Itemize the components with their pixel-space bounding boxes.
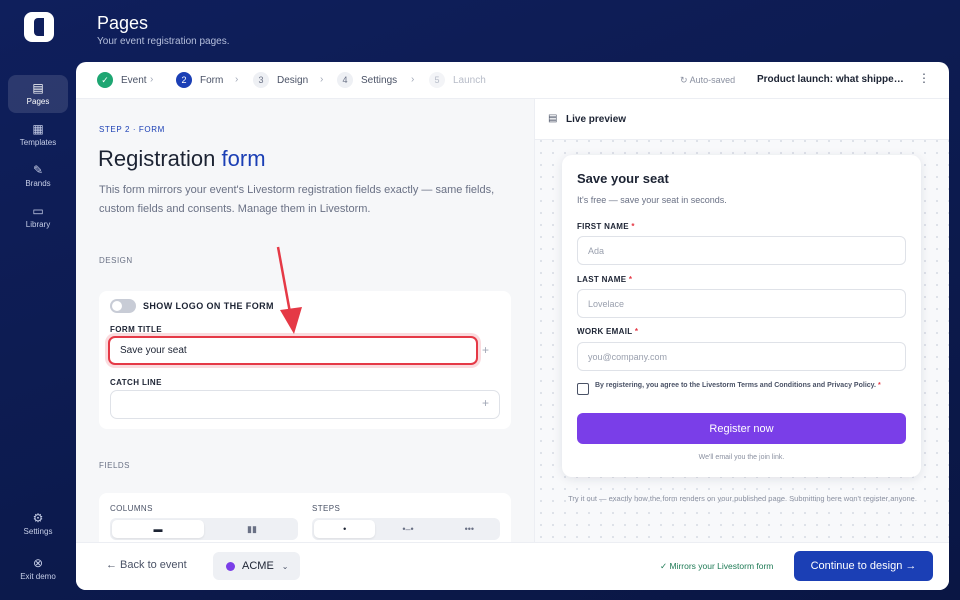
design-panel: SHOW LOGO ON THE FORM FORM TITLE + CATCH…: [99, 291, 511, 429]
form-title-label: FORM TITLE: [110, 325, 162, 334]
catch-line-input[interactable]: [110, 390, 500, 419]
work-email-input[interactable]: you@company.com: [577, 342, 906, 371]
columns-two-option[interactable]: ▮▮: [206, 518, 298, 540]
steps-two-option[interactable]: •–•: [377, 518, 438, 540]
gear-icon: ⚙: [32, 511, 44, 525]
step-bar: ✓ Event › 2 Form › 3 Design › 4 Settings…: [76, 62, 949, 99]
chevron-right-icon: ›: [320, 74, 324, 85]
event-name: Product launch: what shipped t...: [757, 74, 909, 85]
more-menu-icon[interactable]: ⋮: [918, 71, 930, 85]
steps-label: STEPS: [312, 504, 341, 513]
columns-segmented-control: ▬ ▮▮: [110, 518, 298, 540]
autosave-status: ↻ Auto-saved: [680, 75, 736, 85]
rail-item-exit-demo[interactable]: ⊗ Exit demo: [8, 550, 68, 588]
last-name-input[interactable]: Lovelace: [577, 289, 906, 318]
rail-item-label: Templates: [19, 138, 57, 147]
consent-checkbox[interactable]: [577, 383, 589, 395]
step-launch: 5 Launch: [429, 72, 486, 88]
pages-icon: ▤: [32, 81, 44, 95]
preview-note: We'll email you the join link.: [698, 454, 785, 461]
preview-footnote: Try it out — exactly how the form render…: [568, 494, 917, 503]
step-number: 5: [429, 72, 445, 88]
columns-one-option[interactable]: ▬: [112, 520, 204, 538]
wizard-card: ✓ Event › 2 Form › 3 Design › 4 Settings…: [76, 62, 949, 590]
step-label: Design: [277, 74, 309, 86]
preview-header: ▤ Live preview: [535, 99, 949, 140]
show-logo-label: SHOW LOGO ON THE FORM: [143, 301, 274, 311]
step-eyebrow: STEP 2 · FORM: [99, 125, 165, 134]
rail-item-library[interactable]: ▭ Library: [8, 198, 68, 236]
refresh-icon: ↻: [680, 75, 688, 85]
rail-item-label: Brands: [25, 179, 51, 188]
step-number: 3: [253, 72, 269, 88]
left-rail: ▤ Pages ▦ Templates ✎ Brands ▭ Library ⚙…: [0, 0, 76, 600]
rail-item-settings[interactable]: ⚙ Settings: [8, 505, 68, 543]
steps-three-option[interactable]: •••: [439, 518, 500, 540]
exit-icon: ⊗: [32, 556, 44, 570]
step-label: Event: [121, 74, 147, 86]
step-number: 2: [176, 72, 192, 88]
rail-item-brands[interactable]: ✎ Brands: [8, 157, 68, 195]
step-form[interactable]: 2 Form: [176, 72, 223, 88]
steps-one-option[interactable]: •: [314, 520, 376, 538]
plus-icon[interactable]: +: [482, 343, 489, 357]
first-name-input[interactable]: Ada: [577, 236, 906, 265]
first-name-label: FIRST NAME *: [577, 222, 635, 231]
section-description: This form mirrors your event's Livestorm…: [99, 184, 495, 215]
plus-icon[interactable]: +: [482, 396, 489, 410]
chevron-down-icon: ⌄: [281, 561, 289, 571]
steps-segmented-control: • •–• •••: [312, 518, 500, 540]
check-icon: ✓: [97, 72, 113, 88]
mirrors-status: ✓ Mirrors your Livestorm form: [660, 561, 774, 571]
page-title: Pages: [97, 13, 149, 33]
step-number: 4: [337, 72, 353, 88]
step-label: Launch: [453, 74, 486, 86]
brand-name: ACME: [242, 560, 274, 572]
show-logo-toggle[interactable]: [110, 299, 136, 313]
last-name-label: LAST NAME *: [577, 275, 633, 284]
preview-title: Live preview: [566, 114, 627, 125]
brand-selector[interactable]: ACME ⌄: [213, 552, 300, 580]
grid-icon: ▦: [32, 122, 44, 136]
catch-line-label: CATCH LINE: [110, 378, 162, 387]
rail-item-label: Settings: [23, 527, 53, 536]
tv-icon: ▭: [32, 204, 44, 218]
design-section-label: DESIGN: [99, 256, 133, 265]
back-to-event-link[interactable]: ← Back to event: [106, 559, 187, 571]
step-event[interactable]: ✓ Event: [97, 72, 147, 88]
continue-to-design-button[interactable]: Continue to design →: [794, 551, 933, 581]
document-icon: ▤: [548, 113, 558, 124]
step-settings[interactable]: 4 Settings: [337, 72, 397, 88]
rail-item-pages[interactable]: ▤ Pages: [8, 75, 68, 113]
brush-icon: ✎: [32, 163, 44, 177]
brand-color-dot: [226, 561, 235, 571]
app-logo[interactable]: [24, 12, 54, 42]
fields-section-label: FIELDS: [99, 461, 131, 470]
rail-item-label: Library: [25, 220, 51, 229]
preview-form-subtitle: It's free — save your seat in seconds.: [577, 195, 727, 205]
columns-label: COLUMNS: [110, 504, 153, 513]
register-now-button[interactable]: Register now: [577, 413, 906, 444]
live-preview-pane: ▤ Live preview Save your seat It's free …: [534, 99, 949, 542]
step-label: Settings: [361, 74, 398, 86]
rail-item-templates[interactable]: ▦ Templates: [8, 116, 68, 154]
chevron-right-icon: ›: [411, 74, 415, 85]
wizard-footer: ← Back to event ACME ⌄ ✓ Mirrors your Li…: [76, 542, 949, 590]
chevron-right-icon: ›: [150, 74, 154, 85]
step-label: Form: [200, 74, 224, 86]
form-editor-pane: STEP 2 · FORM Registration form This for…: [76, 99, 534, 542]
form-title-input[interactable]: [108, 336, 478, 365]
chevron-right-icon: ›: [235, 74, 239, 85]
rail-item-label: Exit demo: [20, 572, 56, 581]
preview-form-card: Save your seat It's free — save your sea…: [562, 155, 921, 477]
page-subtitle: Your event registration pages.: [97, 36, 230, 47]
rail-item-label: Pages: [26, 97, 50, 106]
consent-text: By registering, you agree to the Livesto…: [595, 382, 881, 389]
preview-form-title: Save your seat: [577, 171, 669, 186]
step-design[interactable]: 3 Design: [253, 72, 308, 88]
section-title: Registration form: [98, 146, 266, 171]
fields-panel: COLUMNS ▬ ▮▮ STEPS • •–• •••: [99, 493, 511, 542]
work-email-label: WORK EMAIL *: [577, 327, 639, 336]
